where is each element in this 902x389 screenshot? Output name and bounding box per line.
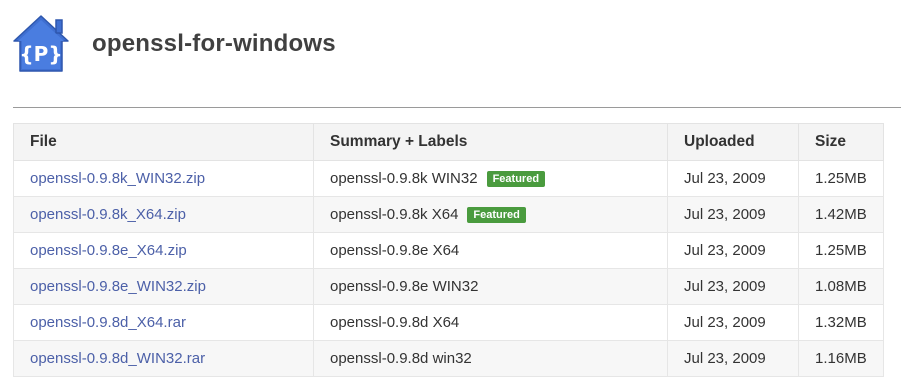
summary-cell: openssl-0.9.8e WIN32 — [313, 268, 668, 305]
size-cell: 1.16MB — [798, 340, 884, 377]
column-header-uploaded[interactable]: Uploaded — [667, 123, 799, 161]
summary-text: openssl-0.9.8k WIN32 — [330, 170, 478, 187]
file-cell: openssl-0.9.8e_X64.zip — [13, 232, 314, 269]
downloads-table: File Summary + Labels Uploaded Size open… — [13, 123, 884, 377]
file-link[interactable]: openssl-0.9.8e_WIN32.zip — [30, 278, 206, 295]
table-row: openssl-0.9.8e_X64.zip openssl-0.9.8e X6… — [13, 232, 884, 269]
summary-cell: openssl-0.9.8e X64 — [313, 232, 668, 269]
table-row: openssl-0.9.8d_WIN32.rar openssl-0.9.8d … — [13, 340, 884, 377]
table-row: openssl-0.9.8e_WIN32.zip openssl-0.9.8e … — [13, 268, 884, 305]
summary-cell: openssl-0.9.8k WIN32 Featured — [313, 160, 668, 197]
summary-text: openssl-0.9.8d X64 — [330, 314, 460, 331]
file-cell: openssl-0.9.8k_WIN32.zip — [13, 160, 314, 197]
summary-text: openssl-0.9.8e WIN32 — [330, 278, 479, 295]
table-row: openssl-0.9.8k_X64.zip openssl-0.9.8k X6… — [13, 196, 884, 233]
project-title[interactable]: openssl-for-windows — [92, 30, 336, 58]
summary-text: openssl-0.9.8k X64 — [330, 206, 459, 223]
summary-cell: openssl-0.9.8k X64 Featured — [313, 196, 668, 233]
uploaded-cell: Jul 23, 2009 — [667, 340, 799, 377]
file-cell: openssl-0.9.8d_X64.rar — [13, 304, 314, 341]
featured-badge[interactable]: Featured — [486, 171, 546, 187]
file-link[interactable]: openssl-0.9.8d_X64.rar — [30, 314, 186, 331]
summary-text: openssl-0.9.8e X64 — [330, 242, 460, 259]
summary-cell: openssl-0.9.8d win32 — [313, 340, 668, 377]
column-header-file[interactable]: File — [13, 123, 314, 161]
column-header-summary[interactable]: Summary + Labels — [313, 123, 668, 161]
file-cell: openssl-0.9.8e_WIN32.zip — [13, 268, 314, 305]
size-cell: 1.25MB — [798, 160, 884, 197]
featured-badge[interactable]: Featured — [467, 207, 526, 223]
file-link[interactable]: openssl-0.9.8k_WIN32.zip — [30, 170, 205, 187]
uploaded-cell: Jul 23, 2009 — [667, 304, 799, 341]
file-link[interactable]: openssl-0.9.8k_X64.zip — [30, 206, 186, 223]
table-row: openssl-0.9.8d_X64.rar openssl-0.9.8d X6… — [13, 304, 884, 341]
file-link[interactable]: openssl-0.9.8d_WIN32.rar — [30, 350, 205, 367]
summary-text: openssl-0.9.8d win32 — [330, 350, 472, 367]
uploaded-cell: Jul 23, 2009 — [667, 268, 799, 305]
summary-cell: openssl-0.9.8d X64 — [313, 304, 668, 341]
table-row: openssl-0.9.8k_WIN32.zip openssl-0.9.8k … — [13, 160, 884, 197]
file-cell: openssl-0.9.8k_X64.zip — [13, 196, 314, 233]
size-cell: 1.25MB — [798, 232, 884, 269]
size-cell: 1.32MB — [798, 304, 884, 341]
header-divider — [13, 107, 901, 108]
table-header-row: File Summary + Labels Uploaded Size — [13, 123, 884, 161]
column-header-size[interactable]: Size — [798, 123, 884, 161]
file-link[interactable]: openssl-0.9.8e_X64.zip — [30, 242, 187, 259]
size-cell: 1.08MB — [798, 268, 884, 305]
uploaded-cell: Jul 23, 2009 — [667, 232, 799, 269]
size-cell: 1.42MB — [798, 196, 884, 233]
logo-text: {P} — [19, 42, 62, 66]
project-header: {P} openssl-for-windows — [0, 0, 902, 108]
uploaded-cell: Jul 23, 2009 — [667, 160, 799, 197]
project-house-icon[interactable]: {P} — [12, 14, 70, 74]
file-cell: openssl-0.9.8d_WIN32.rar — [13, 340, 314, 377]
uploaded-cell: Jul 23, 2009 — [667, 196, 799, 233]
